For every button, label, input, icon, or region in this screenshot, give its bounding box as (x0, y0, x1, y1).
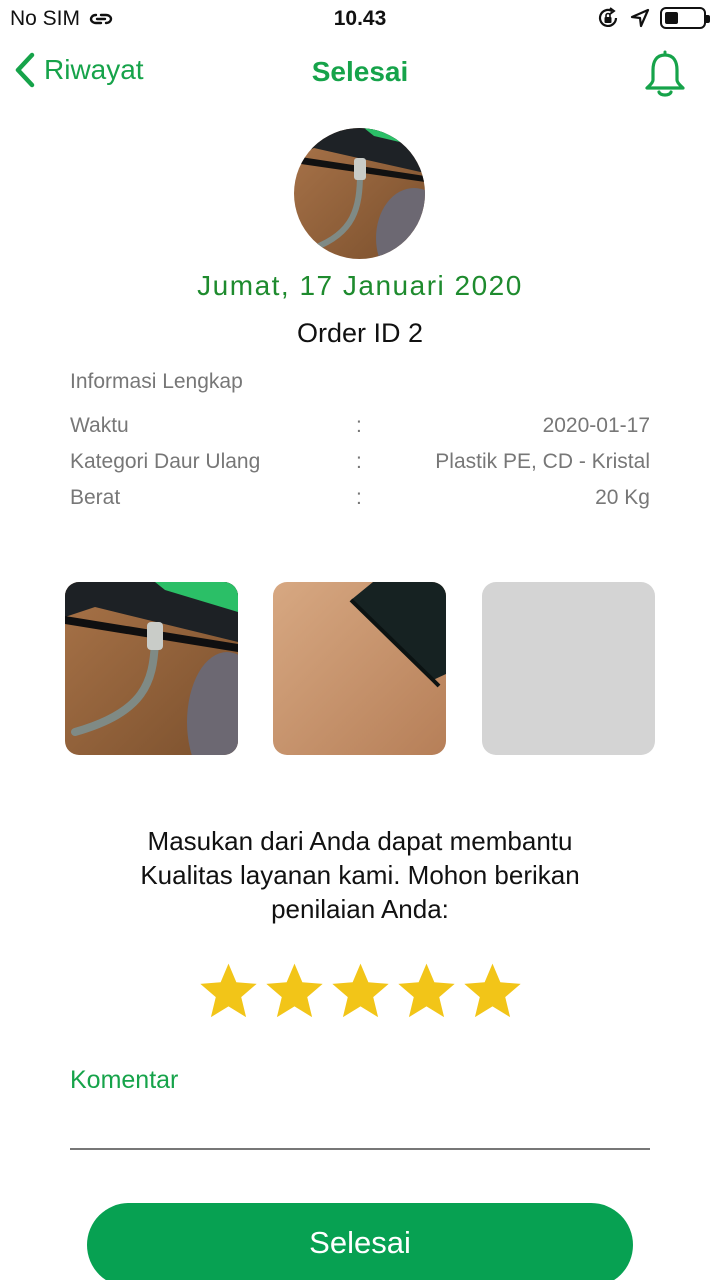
info-separator: : (356, 486, 362, 509)
finish-button[interactable]: Selesai (87, 1203, 633, 1280)
chevron-left-icon (15, 52, 35, 88)
photo-tile-1[interactable] (65, 582, 238, 755)
photo-tile-2[interactable] (273, 582, 446, 755)
feedback-prompt: Masukan dari Anda dapat membantu Kualita… (80, 824, 640, 926)
star-icon[interactable] (262, 958, 327, 1026)
star-icon[interactable] (460, 958, 525, 1026)
info-value: 20 Kg (595, 486, 650, 509)
nav-bar: Riwayat Selesai (0, 44, 720, 104)
orientation-lock-icon (598, 7, 618, 27)
comment-label: Komentar (70, 1066, 179, 1094)
feedback-line: Masukan dari Anda dapat membantu (147, 826, 573, 856)
notification-button[interactable] (644, 50, 686, 103)
star-icon[interactable] (196, 958, 261, 1026)
bell-icon (645, 50, 685, 97)
info-row-kategori: Kategori Daur Ulang : Plastik PE, CD - K… (70, 450, 650, 480)
info-value: Plastik PE, CD - Kristal (435, 450, 650, 473)
star-icon[interactable] (394, 958, 459, 1026)
info-key: Kategori Daur Ulang (70, 450, 261, 473)
back-label: Riwayat (44, 54, 144, 85)
back-button[interactable]: Riwayat (14, 52, 144, 88)
star-rating[interactable] (196, 958, 525, 1026)
photo-tile-placeholder[interactable] (482, 582, 655, 755)
location-arrow-icon (630, 8, 650, 28)
info-value: 2020-01-17 (542, 414, 650, 437)
status-right (596, 6, 710, 30)
battery-fill (665, 12, 678, 24)
info-section-title: Informasi Lengkap (70, 370, 243, 393)
info-key: Berat (70, 486, 121, 509)
order-photo-avatar (294, 128, 425, 259)
info-row-waktu: Waktu : 2020-01-17 (70, 414, 650, 444)
feedback-line: penilaian Anda: (271, 894, 449, 924)
info-separator: : (356, 414, 362, 437)
info-key: Waktu (70, 414, 129, 437)
info-separator: : (356, 450, 362, 473)
order-id: Order ID 2 (296, 318, 424, 348)
star-icon[interactable] (328, 958, 393, 1026)
feedback-line: Kualitas layanan kami. Mohon berikan (140, 860, 580, 890)
status-bar: No SIM 10.43 (0, 0, 720, 38)
info-row-berat: Berat : 20 Kg (70, 486, 650, 516)
comment-input[interactable] (70, 1100, 650, 1150)
battery-icon (660, 7, 710, 29)
order-date: Jumat, 17 Januari 2020 (197, 270, 523, 301)
